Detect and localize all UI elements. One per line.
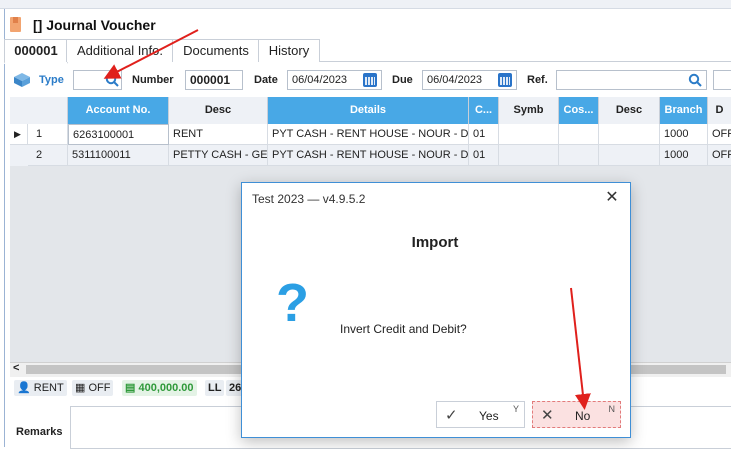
arrow-to-no-button — [570, 287, 591, 410]
arrow-to-type-field — [103, 29, 199, 79]
annotation-arrows — [103, 29, 591, 410]
